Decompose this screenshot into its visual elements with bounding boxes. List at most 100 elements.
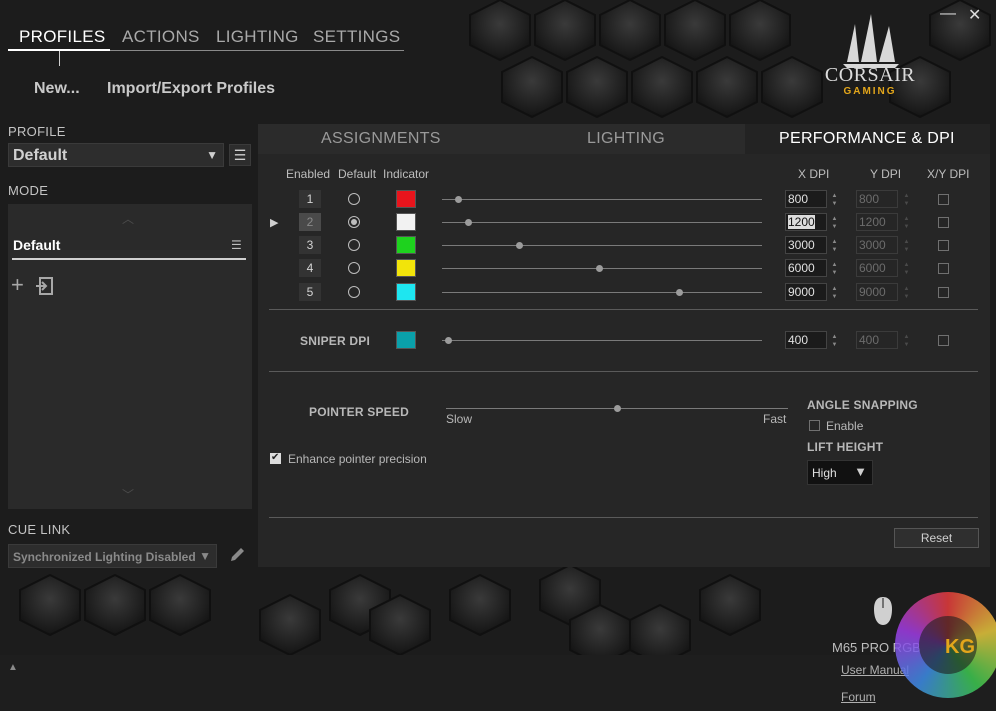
indicator-color-swatch[interactable]: [396, 190, 416, 208]
x-dpi-input[interactable]: 6000: [785, 259, 827, 277]
dpi-slider-track[interactable]: [442, 199, 762, 200]
tab-lighting[interactable]: LIGHTING: [587, 130, 665, 148]
sniper-slider-track[interactable]: [442, 340, 762, 341]
nav-connector: [59, 51, 60, 66]
pointer-speed-label: POINTER SPEED: [309, 405, 409, 419]
header-xy-dpi: X/Y DPI: [927, 167, 970, 181]
reset-button[interactable]: Reset: [894, 528, 979, 548]
profile-dropdown-value: Default: [13, 147, 68, 164]
chevron-down-icon: ▼: [206, 148, 218, 162]
dpi-slider-knob[interactable]: [455, 196, 462, 203]
stage-number[interactable]: 3: [299, 236, 321, 254]
sniper-y-spinner[interactable]: ▲ ▼: [903, 333, 910, 349]
y-dpi-input[interactable]: 3000: [856, 236, 898, 254]
xy-dpi-checkbox[interactable]: [938, 287, 949, 298]
stage-number[interactable]: 2: [299, 213, 321, 231]
y-dpi-spinner[interactable]: ▲ ▼: [903, 192, 910, 208]
dpi-stage-row: 3 3000 ▲ ▼ 3000 ▲ ▼: [0, 236, 996, 256]
header-default: Default: [338, 167, 377, 181]
x-dpi-spinner[interactable]: ▲ ▼: [831, 238, 838, 254]
y-dpi-spinner[interactable]: ▲ ▼: [903, 285, 910, 301]
dpi-slider-track[interactable]: [442, 292, 762, 293]
profile-menu-button[interactable]: ☰: [229, 144, 251, 166]
tab-assignments[interactable]: ASSIGNMENTS: [321, 130, 441, 148]
header-x-dpi: X DPI: [798, 167, 830, 181]
angle-snapping-enable-label: Enable: [826, 419, 864, 433]
x-dpi-spinner[interactable]: ▲ ▼: [831, 285, 838, 301]
stage-number[interactable]: 5: [299, 283, 321, 301]
angle-snapping-checkbox[interactable]: [809, 420, 820, 431]
pointer-speed-knob[interactable]: [614, 405, 621, 412]
close-button[interactable]: ✕: [968, 5, 981, 25]
x-dpi-input[interactable]: 9000: [785, 283, 827, 301]
nav-tab-actions[interactable]: ACTIONS: [122, 27, 200, 47]
dpi-slider-knob[interactable]: [595, 265, 603, 272]
stage-number[interactable]: 1: [299, 190, 321, 208]
dpi-slider-knob[interactable]: [675, 289, 683, 296]
import-export-button[interactable]: Import/Export Profiles: [107, 80, 275, 98]
nav-tab-lighting[interactable]: LIGHTING: [216, 27, 299, 47]
dpi-slider-knob[interactable]: [515, 242, 523, 249]
dpi-stage-row: 4 6000 ▲ ▼ 6000 ▲ ▼: [0, 259, 996, 279]
y-dpi-spinner[interactable]: ▲ ▼: [903, 215, 910, 231]
profile-dropdown[interactable]: Default ▼: [8, 143, 224, 167]
x-dpi-input[interactable]: 800: [785, 190, 827, 208]
pointer-slow-label: Slow: [446, 412, 473, 426]
default-radio[interactable]: [348, 262, 360, 274]
indicator-color-swatch[interactable]: [396, 283, 416, 301]
y-dpi-spinner[interactable]: ▲ ▼: [903, 261, 910, 277]
pointer-fast-label: Fast: [763, 412, 787, 426]
x-dpi-input[interactable]: 3000: [785, 236, 827, 254]
nav-tab-profiles[interactable]: PROFILES: [19, 27, 105, 47]
x-dpi-spinner[interactable]: ▲ ▼: [831, 192, 838, 208]
default-radio[interactable]: [348, 216, 360, 228]
y-dpi-spinner[interactable]: ▲ ▼: [903, 238, 910, 254]
kg-logo-text: KG: [945, 636, 975, 658]
sniper-x-spinner[interactable]: ▲ ▼: [831, 333, 838, 349]
stage-number[interactable]: 4: [299, 259, 321, 277]
default-radio[interactable]: [348, 286, 360, 298]
sniper-y-dpi-input[interactable]: 400: [856, 331, 898, 349]
x-dpi-input[interactable]: 1200: [785, 213, 827, 231]
xy-dpi-checkbox[interactable]: [938, 217, 949, 228]
x-dpi-spinner[interactable]: ▲ ▼: [831, 261, 838, 277]
default-radio[interactable]: [348, 193, 360, 205]
new-profile-button[interactable]: New...: [34, 80, 80, 98]
cue-link-dropdown[interactable]: Synchronized Lighting Disabled ▼: [8, 544, 217, 568]
dpi-slider-knob[interactable]: [464, 219, 472, 226]
mouse-icon[interactable]: [872, 596, 894, 626]
indicator-color-swatch[interactable]: [396, 259, 416, 277]
dpi-slider-track[interactable]: [442, 222, 762, 223]
xy-dpi-checkbox[interactable]: [938, 194, 949, 205]
divider: [269, 309, 978, 310]
lift-height-label: LIFT HEIGHT: [807, 440, 884, 454]
default-radio[interactable]: [348, 239, 360, 251]
triangle-up-icon[interactable]: ▲: [8, 662, 18, 673]
y-dpi-input[interactable]: 800: [856, 190, 898, 208]
dpi-stage-row: 2 1200 ▲ ▼ 1200 ▲ ▼: [0, 213, 996, 233]
forum-link[interactable]: Forum: [841, 690, 876, 704]
x-dpi-spinner[interactable]: ▲ ▼: [831, 215, 838, 231]
header-y-dpi: Y DPI: [870, 167, 902, 181]
xy-dpi-checkbox[interactable]: [938, 263, 949, 274]
indicator-color-swatch[interactable]: [396, 213, 416, 231]
y-dpi-input[interactable]: 6000: [856, 259, 898, 277]
cue-link-label: CUE LINK: [8, 522, 71, 537]
xy-dpi-checkbox[interactable]: [938, 240, 949, 251]
sniper-color-swatch[interactable]: [396, 331, 416, 349]
scroll-down-icon[interactable]: ﹀: [122, 486, 134, 503]
minimize-button[interactable]: —: [940, 5, 956, 23]
lift-height-dropdown[interactable]: High ▼: [807, 460, 873, 485]
sniper-x-dpi-input[interactable]: 400: [785, 331, 827, 349]
nav-tab-settings[interactable]: SETTINGS: [313, 27, 400, 47]
brand-name: CORSAIR: [824, 64, 916, 86]
y-dpi-input[interactable]: 9000: [856, 283, 898, 301]
dpi-slider-track[interactable]: [442, 245, 762, 246]
sniper-xy-checkbox[interactable]: [938, 335, 949, 346]
divider: [269, 371, 978, 372]
y-dpi-input[interactable]: 1200: [856, 213, 898, 231]
pencil-icon[interactable]: [228, 546, 246, 564]
tab-performance-dpi[interactable]: PERFORMANCE & DPI: [779, 130, 955, 148]
indicator-color-swatch[interactable]: [396, 236, 416, 254]
enhance-precision-checkbox[interactable]: [270, 452, 281, 464]
